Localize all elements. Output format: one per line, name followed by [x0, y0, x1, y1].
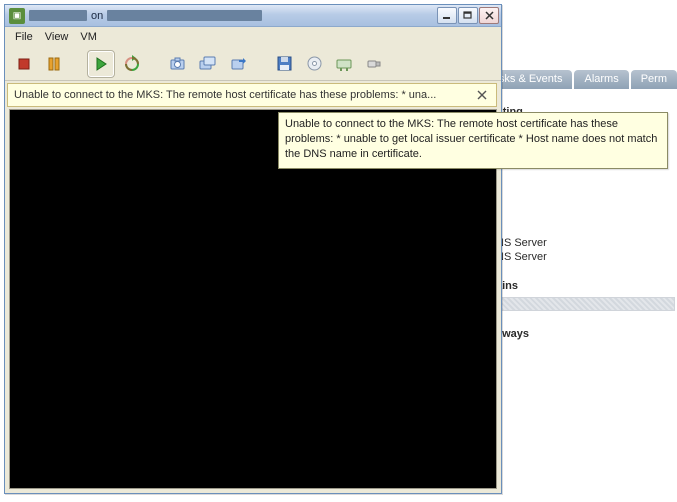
stop-icon	[16, 56, 32, 72]
alert-tooltip: Unable to connect to the MKS: The remote…	[278, 112, 668, 169]
minimize-button[interactable]	[437, 7, 457, 24]
tab-strip: Tasks & Events Alarms Perm	[477, 70, 677, 89]
pause-button[interactable]	[41, 51, 67, 77]
divider	[492, 297, 675, 311]
tab-permissions[interactable]: Perm	[631, 70, 677, 89]
vm-console-window: ▣ on File View VM	[4, 4, 502, 494]
usb-button[interactable]	[361, 51, 387, 77]
tab-alarms[interactable]: Alarms	[574, 70, 628, 89]
menubar: File View VM	[5, 27, 501, 47]
revert-snapshot-button[interactable]	[225, 51, 251, 77]
menu-file[interactable]: File	[15, 31, 33, 43]
snapshot-icon	[169, 55, 187, 73]
revert-icon	[229, 55, 247, 73]
alert-text: Unable to connect to the MKS: The remote…	[14, 89, 474, 101]
dns-server-2: NS Server	[492, 250, 677, 264]
vm-icon: ▣	[9, 8, 25, 24]
network-icon	[335, 55, 353, 73]
alert-close-button[interactable]	[474, 87, 490, 103]
floppy-icon	[276, 55, 293, 72]
cycle-icon	[123, 55, 141, 73]
redacted-text	[107, 10, 262, 21]
title-connector: on	[91, 10, 103, 22]
play-icon	[93, 56, 109, 72]
section-domains: ains	[492, 278, 677, 294]
window-title: on	[29, 10, 437, 22]
maximize-button[interactable]	[458, 7, 478, 24]
snapshot-manager-icon	[199, 55, 217, 73]
toolbar	[5, 47, 501, 81]
play-button[interactable]	[87, 50, 115, 78]
snapshot-manager-button[interactable]	[195, 51, 221, 77]
dns-server-1: NS Server	[492, 236, 677, 250]
usb-icon	[365, 55, 383, 73]
cd-drive-button[interactable]	[301, 51, 327, 77]
section-gateways: eways	[492, 326, 677, 342]
cd-icon	[306, 55, 323, 72]
menu-vm[interactable]: VM	[80, 31, 97, 43]
network-adapter-button[interactable]	[331, 51, 357, 77]
menu-view[interactable]: View	[45, 31, 69, 43]
pause-icon	[46, 56, 62, 72]
restart-button[interactable]	[119, 51, 145, 77]
redacted-text	[29, 10, 87, 21]
alert-bar: Unable to connect to the MKS: The remote…	[7, 83, 497, 107]
stop-button[interactable]	[11, 51, 37, 77]
snapshot-button[interactable]	[165, 51, 191, 77]
close-icon	[477, 90, 487, 100]
floppy-button[interactable]	[271, 51, 297, 77]
close-button[interactable]	[479, 7, 499, 24]
titlebar[interactable]: ▣ on	[5, 5, 501, 27]
